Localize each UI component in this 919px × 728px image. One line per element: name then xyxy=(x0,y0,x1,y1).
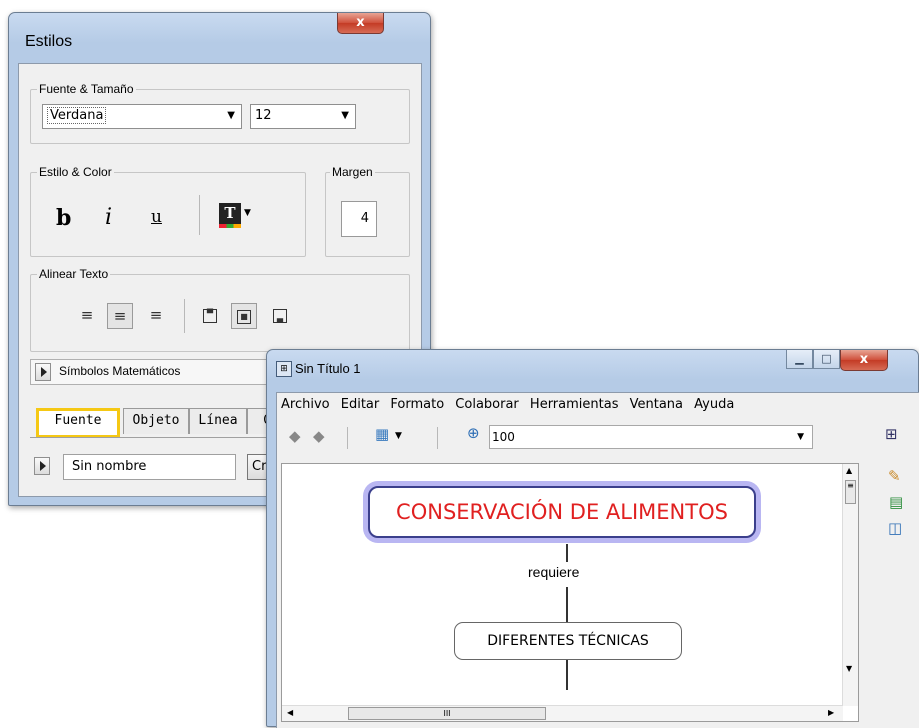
divider xyxy=(199,195,200,235)
comment-icon[interactable]: ◫ xyxy=(888,519,902,537)
pencil-icon[interactable]: ✎ xyxy=(888,467,901,485)
chevron-down-icon[interactable]: ▼ xyxy=(395,431,402,441)
map-window-client: Archivo Editar Formato Colaborar Herrami… xyxy=(276,392,919,728)
margin-group: Margen 4 xyxy=(325,165,410,257)
align-group-label: Alinear Texto xyxy=(37,267,111,281)
divider xyxy=(184,299,185,333)
valign-bottom-button[interactable]: ▄ xyxy=(267,303,293,329)
divider xyxy=(347,427,348,449)
chevron-down-icon: ▼ xyxy=(244,208,251,218)
tab-fuente[interactable]: Fuente xyxy=(36,408,120,438)
cmap-tools-icon[interactable]: ⊞ xyxy=(885,425,898,443)
underline-button[interactable]: u xyxy=(151,207,162,227)
scroll-left-icon[interactable]: ◀ xyxy=(287,708,293,717)
font-family-select[interactable]: Verdana ▼ xyxy=(42,104,242,129)
zoom-value: 100 xyxy=(492,430,515,444)
chevron-down-icon: ▼ xyxy=(797,432,804,442)
concept-text: CONSERVACIÓN DE ALIMENTOS xyxy=(396,500,728,524)
horizontal-scrollbar[interactable]: ◀ III ▶ xyxy=(282,705,843,721)
menu-archivo[interactable]: Archivo xyxy=(281,397,330,412)
close-button[interactable]: x xyxy=(337,13,384,34)
math-symbols-label: Símbolos Matemáticos xyxy=(59,364,181,378)
vertical-scrollbar[interactable]: ▲ ≡ ▼ xyxy=(842,464,858,706)
menu-colaborar[interactable]: Colaborar xyxy=(455,397,518,412)
tab-objeto[interactable]: Objeto xyxy=(123,408,189,434)
font-family-value: Verdana xyxy=(47,107,107,124)
menu-ayuda[interactable]: Ayuda xyxy=(694,397,734,412)
toolbar: ◆ ◆ ▦ ▼ ⊕ 100 ▼ ⊞ xyxy=(277,421,919,455)
style-name-field[interactable]: Sin nombre xyxy=(63,454,236,480)
concept-text: DIFERENTES TÉCNICAS xyxy=(487,633,649,649)
font-size-select[interactable]: 12 ▼ xyxy=(250,104,356,129)
expand-icon xyxy=(35,363,51,381)
back-arrow-icon[interactable]: ◆ xyxy=(289,427,301,445)
close-button[interactable]: x xyxy=(840,350,888,371)
menu-editar[interactable]: Editar xyxy=(341,397,380,412)
align-center-button[interactable]: ≡ xyxy=(107,303,133,329)
margin-group-label: Margen xyxy=(330,165,375,179)
map-canvas[interactable]: CONSERVACIÓN DE ALIMENTOS requiere DIFER… xyxy=(281,463,859,722)
margin-input[interactable]: 4 xyxy=(341,201,377,237)
align-group: Alinear Texto ≡ ≡ ≡ ▀ ■ ▄ xyxy=(30,267,410,352)
text-color-button[interactable]: T ▼ xyxy=(219,203,255,229)
connector-line xyxy=(566,660,568,690)
scroll-right-icon[interactable]: ▶ xyxy=(828,708,834,717)
zoom-icon: ⊕ xyxy=(467,424,480,442)
concept-node-main[interactable]: CONSERVACIÓN DE ALIMENTOS xyxy=(368,486,756,538)
divider xyxy=(437,427,438,449)
font-group: Fuente & Tamaño Verdana ▼ 12 ▼ xyxy=(30,82,410,144)
chevron-down-icon: ▼ xyxy=(341,110,349,121)
linking-phrase[interactable]: requiere xyxy=(528,564,579,580)
valign-middle-button[interactable]: ■ xyxy=(231,303,257,329)
text-color-icon: T xyxy=(219,203,241,225)
style-group: Estilo & Color b i u T ▼ xyxy=(30,165,306,257)
bold-button[interactable]: b xyxy=(56,205,71,231)
menu-formato[interactable]: Formato xyxy=(390,397,444,412)
scroll-thumb[interactable]: III xyxy=(348,707,546,720)
color-swatch xyxy=(219,224,241,228)
window-title: Sin Título 1 xyxy=(295,361,361,376)
menu-ventana[interactable]: Ventana xyxy=(630,397,683,412)
chevron-down-icon: ▼ xyxy=(227,110,235,121)
play-icon[interactable] xyxy=(34,457,50,475)
style-group-label: Estilo & Color xyxy=(37,165,114,179)
window-title: Estilos xyxy=(25,33,73,50)
notes-icon[interactable]: ▤ xyxy=(889,493,903,511)
menu-bar: Archivo Editar Formato Colaborar Herrami… xyxy=(281,397,741,417)
cmap-app-icon: ⊞ xyxy=(276,361,292,377)
align-right-button[interactable]: ≡ xyxy=(143,303,169,329)
font-size-value: 12 xyxy=(255,108,272,123)
scroll-down-icon[interactable]: ▼ xyxy=(846,664,852,673)
map-window: ⊞ Sin Título 1 ▁ □ x Archivo Editar Form… xyxy=(266,349,919,728)
scroll-up-icon[interactable]: ▲ xyxy=(846,466,852,475)
connector-line xyxy=(566,544,568,562)
connector-line xyxy=(566,587,568,623)
zoom-select[interactable]: 100 ▼ xyxy=(489,425,813,449)
minimize-button[interactable]: ▁ xyxy=(786,350,813,369)
font-group-label: Fuente & Tamaño xyxy=(37,82,136,96)
view-mode-icon[interactable]: ▦ xyxy=(375,425,389,443)
italic-button[interactable]: i xyxy=(105,205,112,230)
align-left-button[interactable]: ≡ xyxy=(74,303,100,329)
scroll-thumb[interactable]: ≡ xyxy=(845,480,856,504)
concept-node-second[interactable]: DIFERENTES TÉCNICAS xyxy=(454,622,682,660)
maximize-button[interactable]: □ xyxy=(813,350,840,369)
forward-arrow-icon[interactable]: ◆ xyxy=(313,427,325,445)
menu-herramientas[interactable]: Herramientas xyxy=(530,397,619,412)
valign-top-button[interactable]: ▀ xyxy=(197,303,223,329)
tab-linea[interactable]: Línea xyxy=(189,408,247,434)
